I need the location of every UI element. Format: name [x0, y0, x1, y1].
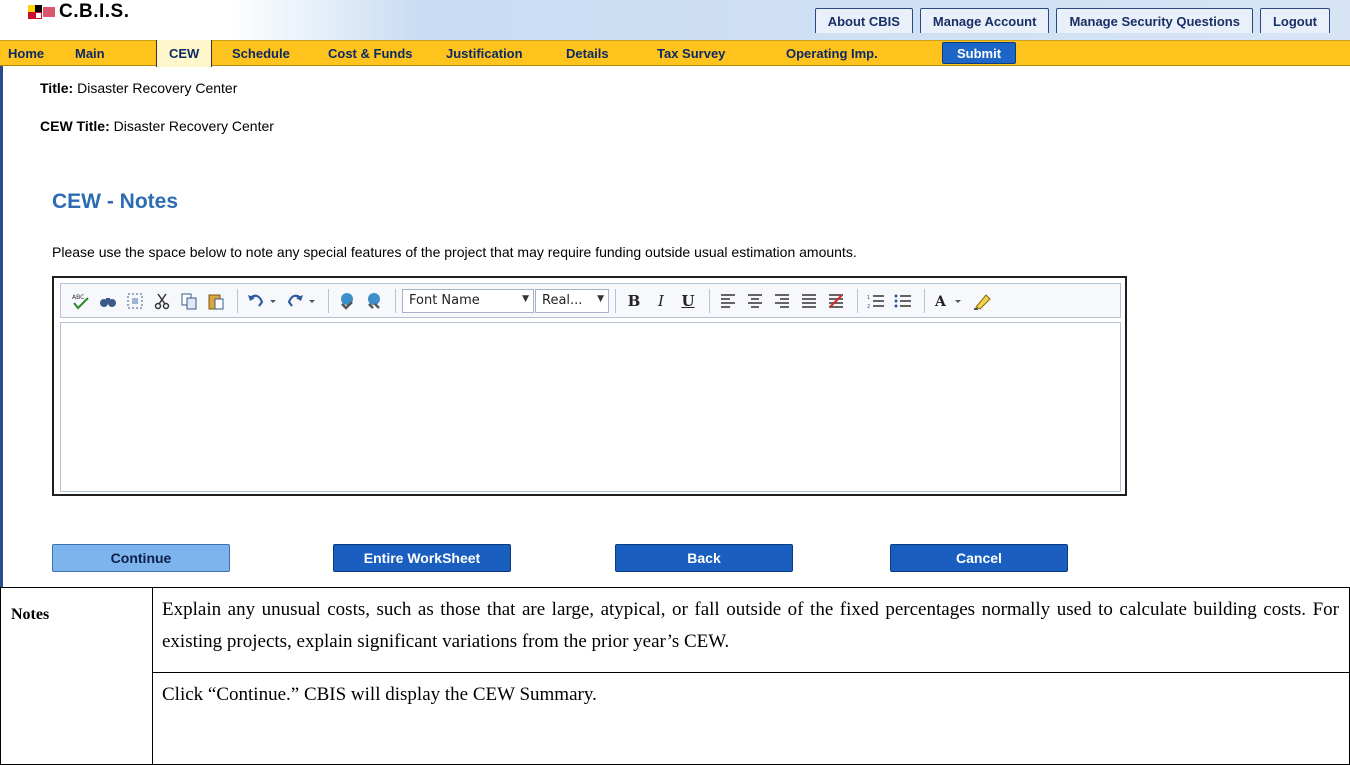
font-size-value: Real...: [542, 293, 583, 308]
tab-manage-security-questions[interactable]: Manage Security Questions: [1056, 8, 1253, 33]
font-size-select[interactable]: Real... ▼: [535, 288, 609, 313]
spellcheck-icon[interactable]: ABC: [69, 289, 93, 313]
redo-icon[interactable]: [283, 289, 319, 313]
entire-worksheet-button[interactable]: Entire WorkSheet: [333, 544, 511, 572]
font-name-value: Font Name: [409, 293, 480, 308]
maryland-flag-icon: [28, 5, 56, 19]
nav-item-justification[interactable]: Justification: [446, 41, 523, 66]
align-left-icon[interactable]: [716, 289, 740, 313]
nav-item-cew[interactable]: CEW: [156, 40, 213, 67]
table-row: Notes Explain any unusual costs, such as…: [0, 587, 1350, 765]
cut-icon[interactable]: [150, 289, 174, 313]
tab-logout[interactable]: Logout: [1259, 8, 1330, 33]
doc-paragraph-2: Click “Continue.” CBIS will display the …: [153, 672, 1349, 711]
toolbar-separator: [615, 288, 616, 313]
cancel-button[interactable]: Cancel: [890, 544, 1068, 572]
continue-button[interactable]: Continue: [52, 544, 230, 572]
select-all-icon[interactable]: [123, 289, 147, 313]
top-bar: C.B.I.S. About CBIS Manage Account Manag…: [0, 0, 1350, 40]
nav-item-submit[interactable]: Submit: [942, 42, 1017, 64]
notes-rich-text-editor: ABC Font Name ▼ Real... ▼ B I U 1 2 A: [52, 276, 1127, 496]
paste-icon[interactable]: [204, 289, 228, 313]
toolbar-separator: [924, 288, 925, 313]
toolbar-separator: [709, 288, 710, 313]
back-button[interactable]: Back: [615, 544, 793, 572]
editor-toolbar: ABC Font Name ▼ Real... ▼ B I U 1 2 A: [60, 283, 1121, 318]
align-center-icon[interactable]: [743, 289, 767, 313]
nav-item-home[interactable]: Home: [8, 41, 44, 66]
svg-text:ABC: ABC: [72, 294, 84, 301]
bold-icon[interactable]: B: [622, 289, 646, 313]
tab-manage-account[interactable]: Manage Account: [919, 8, 1050, 33]
page-title: CEW - Notes: [52, 190, 178, 213]
chevron-down-icon: ▼: [597, 293, 604, 304]
font-name-select[interactable]: Font Name ▼: [402, 288, 534, 313]
insert-link-icon[interactable]: [335, 289, 359, 313]
project-title-line: Title: Disaster Recovery Center: [40, 80, 237, 96]
svg-text:2: 2: [867, 304, 870, 309]
logo-text: C.B.I.S.: [59, 1, 130, 22]
chevron-down-icon: ▼: [522, 293, 529, 304]
copy-icon[interactable]: [177, 289, 201, 313]
italic-icon[interactable]: I: [649, 289, 673, 313]
tab-about-cbis[interactable]: About CBIS: [814, 8, 913, 33]
clear-format-icon[interactable]: [824, 289, 848, 313]
toolbar-separator: [395, 288, 396, 313]
nav-item-main[interactable]: Main: [75, 41, 105, 66]
nav-item-tax-survey[interactable]: Tax Survey: [657, 41, 725, 66]
doc-paragraph-1: Explain any unusual costs, such as those…: [162, 599, 1339, 652]
font-color-icon[interactable]: A: [931, 289, 967, 313]
title-label: Title:: [40, 80, 74, 96]
doc-term: Notes: [0, 587, 153, 765]
justify-icon[interactable]: [797, 289, 821, 313]
instructions-text: Please use the space below to note any s…: [52, 244, 857, 260]
notes-editor-textarea[interactable]: [60, 322, 1121, 492]
undo-icon[interactable]: [244, 289, 280, 313]
svg-text:A: A: [934, 294, 947, 310]
cbis-app-window: C.B.I.S. About CBIS Manage Account Manag…: [0, 0, 1350, 587]
toolbar-separator: [237, 288, 238, 313]
main-nav-bar: Home Main CEW Schedule Cost & Funds Just…: [0, 40, 1350, 67]
remove-link-icon[interactable]: [362, 289, 386, 313]
nav-item-cost-funds[interactable]: Cost & Funds: [328, 41, 413, 66]
align-right-icon[interactable]: [770, 289, 794, 313]
find-icon[interactable]: [96, 289, 120, 313]
documentation-table: Notes Explain any unusual costs, such as…: [0, 587, 1350, 765]
cew-title-line: CEW Title: Disaster Recovery Center: [40, 118, 274, 134]
numbered-list-icon[interactable]: 12: [864, 289, 888, 313]
nav-item-details[interactable]: Details: [566, 41, 609, 66]
doc-description: Explain any unusual costs, such as those…: [152, 587, 1350, 765]
nav-item-schedule[interactable]: Schedule: [232, 41, 290, 66]
cbis-logo: C.B.I.S.: [28, 1, 130, 22]
underline-icon[interactable]: U: [676, 289, 700, 313]
svg-text:1: 1: [867, 295, 870, 301]
nav-item-operating-imp[interactable]: Operating Imp.: [786, 41, 878, 66]
title-value: Disaster Recovery Center: [77, 80, 238, 96]
highlight-icon[interactable]: [970, 289, 994, 313]
cew-title-value: Disaster Recovery Center: [113, 118, 274, 134]
cew-title-label: CEW Title:: [40, 118, 110, 134]
utility-tabs: About CBIS Manage Account Manage Securit…: [808, 8, 1330, 33]
toolbar-separator: [857, 288, 858, 313]
toolbar-separator: [328, 288, 329, 313]
bullet-list-icon[interactable]: [891, 289, 915, 313]
